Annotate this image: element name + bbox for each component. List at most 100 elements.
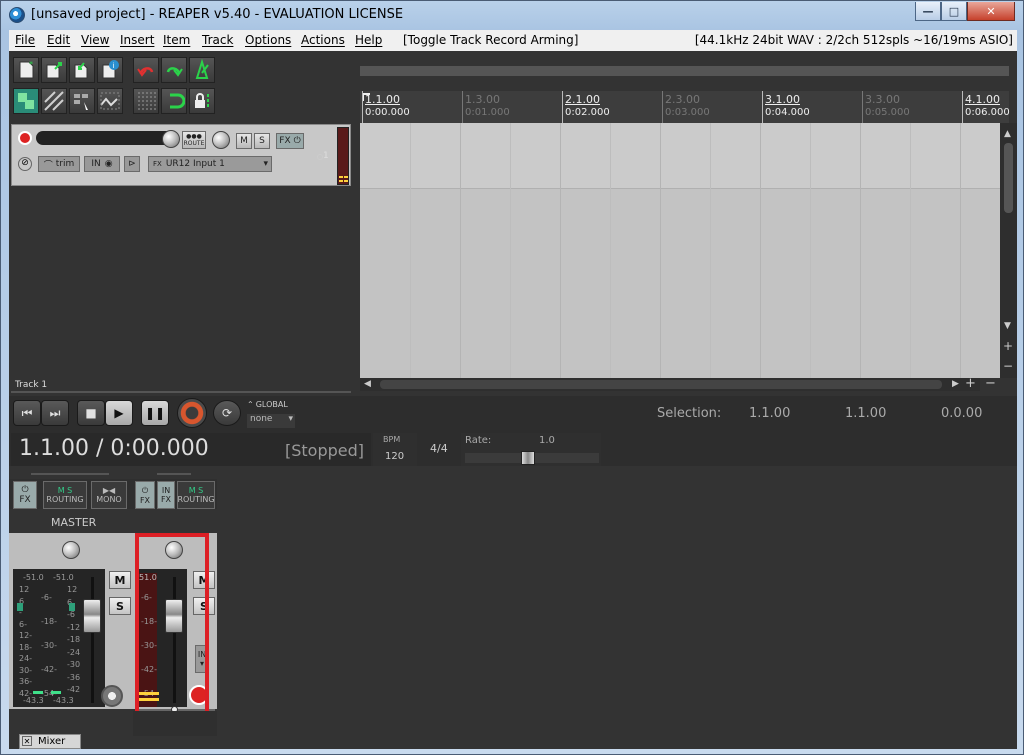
pan-knob[interactable] xyxy=(212,131,230,149)
global-automation-select[interactable]: none ▾ xyxy=(247,414,295,428)
menu-options[interactable]: Options xyxy=(245,33,291,47)
route-button[interactable]: ●●● ROUTE xyxy=(182,131,206,149)
scroll-thumb[interactable] xyxy=(1004,143,1013,213)
ruler-measure-label: 1.3.00 xyxy=(465,93,500,106)
grid-icon[interactable] xyxy=(13,88,39,114)
track-lane[interactable] xyxy=(360,123,1000,188)
ripple-edit-icon[interactable] xyxy=(41,88,67,114)
scroll-up-icon[interactable]: ▲ xyxy=(1004,129,1011,139)
maximize-button[interactable]: □ xyxy=(941,2,967,21)
record-arm-button[interactable] xyxy=(18,131,32,145)
time-signature[interactable]: 4/4 xyxy=(430,442,448,455)
hzoom-in-icon[interactable]: + xyxy=(965,376,976,391)
new-project-icon[interactable]: * xyxy=(13,57,39,83)
redo-icon[interactable] xyxy=(161,57,187,83)
arrange-view[interactable] xyxy=(360,123,1000,378)
master-routing-label: ROUTING xyxy=(46,495,84,504)
zoom-in-icon[interactable]: + xyxy=(1003,339,1013,353)
hzoom-out-icon[interactable]: − xyxy=(985,376,996,391)
close-button[interactable]: ✕ xyxy=(967,2,1015,21)
play-icon[interactable]: ▶ xyxy=(105,400,133,426)
volume-slider[interactable] xyxy=(36,131,178,145)
title-bar[interactable]: [unsaved project] - REAPER v5.40 - EVALU… xyxy=(1,1,1023,29)
grid-line xyxy=(460,123,461,378)
hscroll-thumb[interactable] xyxy=(380,380,942,389)
track-fx-button[interactable]: FX ⏻ xyxy=(276,133,304,149)
master-settings-gear-icon[interactable] xyxy=(101,685,123,707)
trim-button[interactable]: ⌒ trim xyxy=(38,156,80,172)
selection-end[interactable]: 1.1.00 xyxy=(845,406,886,421)
undo-icon[interactable] xyxy=(133,57,159,83)
menu-edit[interactable]: Edit xyxy=(47,33,70,47)
horizontal-scrollbar[interactable]: ◀ ▶ xyxy=(360,378,980,391)
global-automation[interactable]: ⌃ GLOBAL xyxy=(247,400,288,409)
master-fader[interactable] xyxy=(83,599,101,633)
menu-insert[interactable]: Insert xyxy=(120,33,154,47)
track-routing-button[interactable]: M S ROUTING xyxy=(177,481,215,509)
input-monitor-button[interactable]: IN ◉ xyxy=(84,156,120,172)
go-to-start-icon[interactable]: ⏮ xyxy=(13,400,41,426)
menu-view[interactable]: View xyxy=(81,33,109,47)
menu-actions[interactable]: Actions xyxy=(301,33,345,47)
menu-item[interactable]: Item xyxy=(163,33,190,47)
menu-file[interactable]: File xyxy=(15,33,35,47)
master-fx-button[interactable]: ⏻ FX xyxy=(13,481,37,509)
master-solo-button[interactable]: S xyxy=(109,597,131,615)
master-routing-button[interactable]: M S ROUTING xyxy=(43,481,87,509)
snap-icon[interactable] xyxy=(133,88,159,114)
track-control-panel[interactable]: ●●● ROUTE M S FX ⏻ ⊘ ⌒ trim IN ◉ ⊳ FX UR12 In… xyxy=(11,124,351,186)
input-fx-in-label: IN xyxy=(161,486,171,495)
mixer-tab-close-icon[interactable]: ✕ xyxy=(22,736,32,746)
arrange-top-bar[interactable] xyxy=(360,66,1009,76)
repeat-icon[interactable]: ⟳ xyxy=(213,400,241,426)
zoom-out-icon[interactable]: − xyxy=(1003,359,1013,373)
pause-icon[interactable]: ❚❚ xyxy=(141,400,169,426)
selection-length[interactable]: 0.0.00 xyxy=(941,406,982,421)
global-label: GLOBAL xyxy=(255,400,288,409)
master-fader-track[interactable] xyxy=(91,577,94,703)
project-settings-icon[interactable]: i xyxy=(97,57,123,83)
volume-knob[interactable] xyxy=(162,130,180,148)
menu-help[interactable]: Help xyxy=(355,33,382,47)
record-icon[interactable] xyxy=(177,398,207,428)
item-grouping-icon[interactable] xyxy=(69,88,95,114)
scroll-down-icon[interactable]: ▼ xyxy=(1004,321,1011,331)
selection-start[interactable]: 1.1.00 xyxy=(749,406,790,421)
master-mute-button[interactable]: M xyxy=(109,571,131,589)
loop-icon[interactable] xyxy=(161,88,187,114)
lock-icon[interactable] xyxy=(189,88,215,114)
open-project-icon[interactable] xyxy=(41,57,67,83)
window-title: [unsaved project] - REAPER v5.40 - EVALU… xyxy=(31,7,404,22)
track-fx-strip-button[interactable]: ⏻ FX xyxy=(135,481,155,509)
rate-slider-handle[interactable] xyxy=(521,451,535,465)
bpm-value[interactable]: 120 xyxy=(385,451,404,462)
scroll-left-icon[interactable]: ◀ xyxy=(364,379,371,389)
scroll-right-icon[interactable]: ▶ xyxy=(952,379,959,389)
trim-label: trim xyxy=(55,159,75,169)
selected-track-highlight xyxy=(135,533,209,721)
global-value: none xyxy=(250,414,273,424)
mixer-tab[interactable]: ✕ Mixer xyxy=(19,734,81,749)
mono-button[interactable]: ▶◀ MONO xyxy=(91,481,127,509)
input-fx-strip-button[interactable]: IN FX xyxy=(157,481,175,509)
envelope-icon[interactable] xyxy=(97,88,123,114)
track-mute-button[interactable]: M xyxy=(236,133,252,149)
track-solo-button[interactable]: S xyxy=(254,133,270,149)
menu-track[interactable]: Track xyxy=(202,33,233,47)
phase-icon[interactable]: ⊘ xyxy=(18,157,32,171)
vertical-scrollbar[interactable]: ▲ ▼ + − xyxy=(1000,123,1017,378)
metronome-icon[interactable] xyxy=(189,57,215,83)
time-position[interactable]: 1.1.00 / 0:00.000 xyxy=(19,436,209,461)
go-to-end-icon[interactable]: ⏭ xyxy=(41,400,69,426)
rate-slider[interactable] xyxy=(465,451,599,465)
stop-icon[interactable]: ■ xyxy=(77,400,105,426)
ruler-time-label: 0:03.000 xyxy=(665,107,710,118)
input-selector[interactable]: FX UR12 Input 1 ▾ xyxy=(148,156,272,172)
master-pan-knob[interactable] xyxy=(62,541,80,559)
minimize-button[interactable]: — xyxy=(915,2,941,21)
save-project-icon[interactable] xyxy=(69,57,95,83)
meter-scale-label: 12 xyxy=(67,585,78,594)
transport-bar: ⏮ ⏭ ■ ▶ ❚❚ ⟳ ⌃ GLOBAL none ▾ Selection: 1.… xyxy=(9,396,1017,466)
audio-status[interactable]: [44.1kHz 24bit WAV : 2/2ch 512spls ~16/1… xyxy=(695,33,1013,47)
input-fx-icon[interactable]: ⊳ xyxy=(124,156,140,172)
